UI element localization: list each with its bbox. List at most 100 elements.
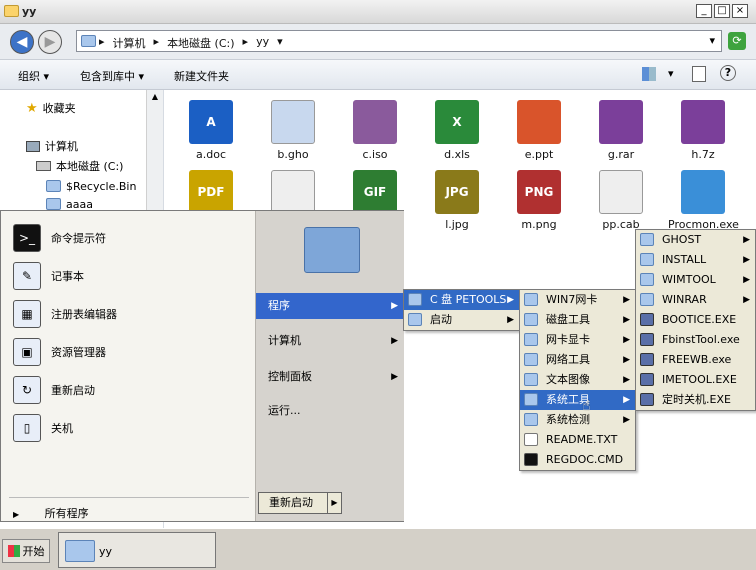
menu-item[interactable]: 网卡显卡 ▶ [520, 330, 635, 350]
chevron-right-icon: ▶ [391, 372, 398, 382]
file-item[interactable]: c.iso [340, 92, 410, 170]
start-item-label: 记事本 [51, 270, 84, 283]
menu-item[interactable]: WINRAR ▶ [636, 290, 755, 310]
start-item[interactable]: ▣ 资源管理器 [13, 335, 106, 369]
start-item-label: 关机 [51, 422, 73, 435]
restart-split-button[interactable]: 重新启动 ▶ [258, 492, 342, 514]
title-bar[interactable]: yy _ □ × [0, 0, 756, 24]
file-item[interactable]: h.7z [668, 92, 738, 170]
file-item[interactable]: g.rar [586, 92, 656, 170]
menu-item[interactable]: 定时关机.EXE [636, 390, 755, 410]
taskbar: 开始 yy [0, 528, 756, 570]
ppt-icon [517, 100, 561, 144]
menu-item[interactable]: 启动 ▶ [404, 310, 519, 330]
folder-icon [640, 273, 654, 286]
breadcrumb-folder[interactable]: yy [256, 35, 269, 51]
chevron-down-icon[interactable]: ▾ [668, 67, 674, 80]
chevron-right-icon: ▶ [623, 355, 630, 365]
include-library-button[interactable]: 包含到库中 ▾ [80, 68, 144, 84]
ghost-icon [271, 100, 315, 144]
chevron-down-icon[interactable]: ▾ [709, 34, 715, 47]
menu-item[interactable]: FREEWB.exe [636, 350, 755, 370]
menu-item[interactable]: README.TXT [520, 430, 635, 450]
menu-item[interactable]: 磁盘工具 ▶ [520, 310, 635, 330]
start-item-label: 注册表编辑器 [51, 308, 117, 321]
chevron-right-icon[interactable]: ▶ [327, 493, 341, 513]
start-right-item[interactable]: 运行... [256, 398, 404, 424]
menu-item[interactable]: WIN7网卡 ▶ [520, 290, 635, 310]
forward-button[interactable]: ▶ [38, 30, 62, 54]
restart-icon: ↻ [13, 376, 41, 404]
menu-item[interactable]: 文本图像 ▶ [520, 370, 635, 390]
file-item[interactable]: Aa.doc [176, 92, 246, 170]
nav-recycle[interactable]: $Recycle.Bin [46, 176, 136, 196]
breadcrumb[interactable]: ▸ 计算机 ▸ 本地磁盘 (C:) ▸ yy ▾ [99, 35, 283, 51]
file-item[interactable]: b.gho [258, 92, 328, 170]
menu-item[interactable]: WIMTOOL ▶ [636, 270, 755, 290]
start-button[interactable]: 开始 [2, 539, 50, 563]
chevron-right-icon: ▶ [391, 301, 398, 311]
menu-item[interactable]: BOOTICE.EXE [636, 310, 755, 330]
start-item[interactable]: ▯ 关机 [13, 411, 73, 445]
start-item[interactable]: >_ 命令提示符 [13, 221, 106, 255]
menu-item[interactable]: INSTALL ▶ [636, 250, 755, 270]
back-button[interactable]: ◀ [10, 30, 34, 54]
breadcrumb-drive[interactable]: 本地磁盘 (C:) [167, 35, 234, 51]
start-item[interactable]: ↻ 重新启动 [13, 373, 95, 407]
organize-button[interactable]: 组织 ▾ [18, 68, 49, 84]
menu-item[interactable]: C 盘 PETOOLS ▶ [404, 290, 519, 310]
menu-item[interactable]: REGDOC.CMD [520, 450, 635, 470]
menu-item[interactable]: FbinstTool.exe [636, 330, 755, 350]
explorer-icon: ▣ [13, 338, 41, 366]
new-folder-button[interactable]: 新建文件夹 [174, 68, 229, 84]
file-item[interactable]: Xd.xls [422, 92, 492, 170]
file-item[interactable]: JPG l.jpg [422, 162, 492, 240]
nav-drive[interactable]: 本地磁盘 (C:) [36, 156, 123, 176]
folder-icon [524, 393, 538, 406]
start-right-item[interactable]: 控制面板 ▶ [256, 364, 404, 390]
menu-item[interactable]: 网络工具 ▶ [520, 350, 635, 370]
preview-pane-icon[interactable] [692, 66, 706, 82]
windows-logo-icon [7, 545, 20, 557]
taskbar-item-yy[interactable]: yy [58, 532, 216, 568]
help-icon[interactable]: ? [720, 65, 736, 81]
cmd-icon [524, 453, 538, 466]
folder-icon [46, 180, 61, 192]
start-right-item[interactable]: 程序 ▶ [256, 293, 404, 319]
nav-computer[interactable]: 计算机 [26, 136, 78, 156]
nav-favorites[interactable]: ★ 收藏夹 [26, 98, 76, 118]
folder-icon [524, 293, 538, 306]
all-programs-button[interactable]: ▶ 所有程序 [13, 505, 89, 521]
computer-icon [26, 140, 40, 152]
close-button[interactable]: × [732, 4, 748, 18]
scroll-up-icon[interactable]: ▲ [147, 92, 163, 101]
folder-icon [304, 227, 360, 273]
jpg-icon: JPG [435, 170, 479, 214]
menu-item[interactable]: 系统检测 ▶ [520, 410, 635, 430]
minimize-button[interactable]: _ [696, 4, 712, 18]
view-icon[interactable] [642, 67, 656, 81]
breadcrumb-computer[interactable]: 计算机 [113, 35, 146, 51]
menu-item[interactable]: GHOST ▶ [636, 230, 755, 250]
chevron-right-icon: ▶ [743, 235, 750, 245]
menu-item[interactable]: IMETOOL.EXE [636, 370, 755, 390]
file-name: m.png [521, 218, 557, 231]
start-item[interactable]: ▦ 注册表编辑器 [13, 297, 117, 331]
start-menu-right: 程序 ▶ 计算机 ▶ 控制面板 ▶ 运行... [255, 211, 404, 521]
rar-icon [681, 100, 725, 144]
start-item-label: 资源管理器 [51, 346, 106, 359]
file-item[interactable]: e.ppt [504, 92, 574, 170]
start-right-item[interactable]: 计算机 ▶ [256, 328, 404, 354]
folder-icon [408, 293, 422, 306]
maximize-button[interactable]: □ [714, 4, 730, 18]
file-item[interactable]: PNG m.png [504, 162, 574, 240]
exe-icon [640, 393, 654, 406]
address-input[interactable]: ▸ 计算机 ▸ 本地磁盘 (C:) ▸ yy ▾ ▾ [76, 30, 722, 52]
nav-scrollbar[interactable]: ▲ [146, 90, 163, 210]
folder-icon [81, 35, 96, 47]
regedit-icon: ▦ [13, 300, 41, 328]
start-item[interactable]: ✎ 记事本 [13, 259, 84, 293]
menu-item[interactable]: 系统工具 ▶ [520, 390, 635, 410]
chevron-right-icon: ▶ [623, 295, 630, 305]
refresh-icon[interactable]: ⟳ [728, 32, 746, 50]
